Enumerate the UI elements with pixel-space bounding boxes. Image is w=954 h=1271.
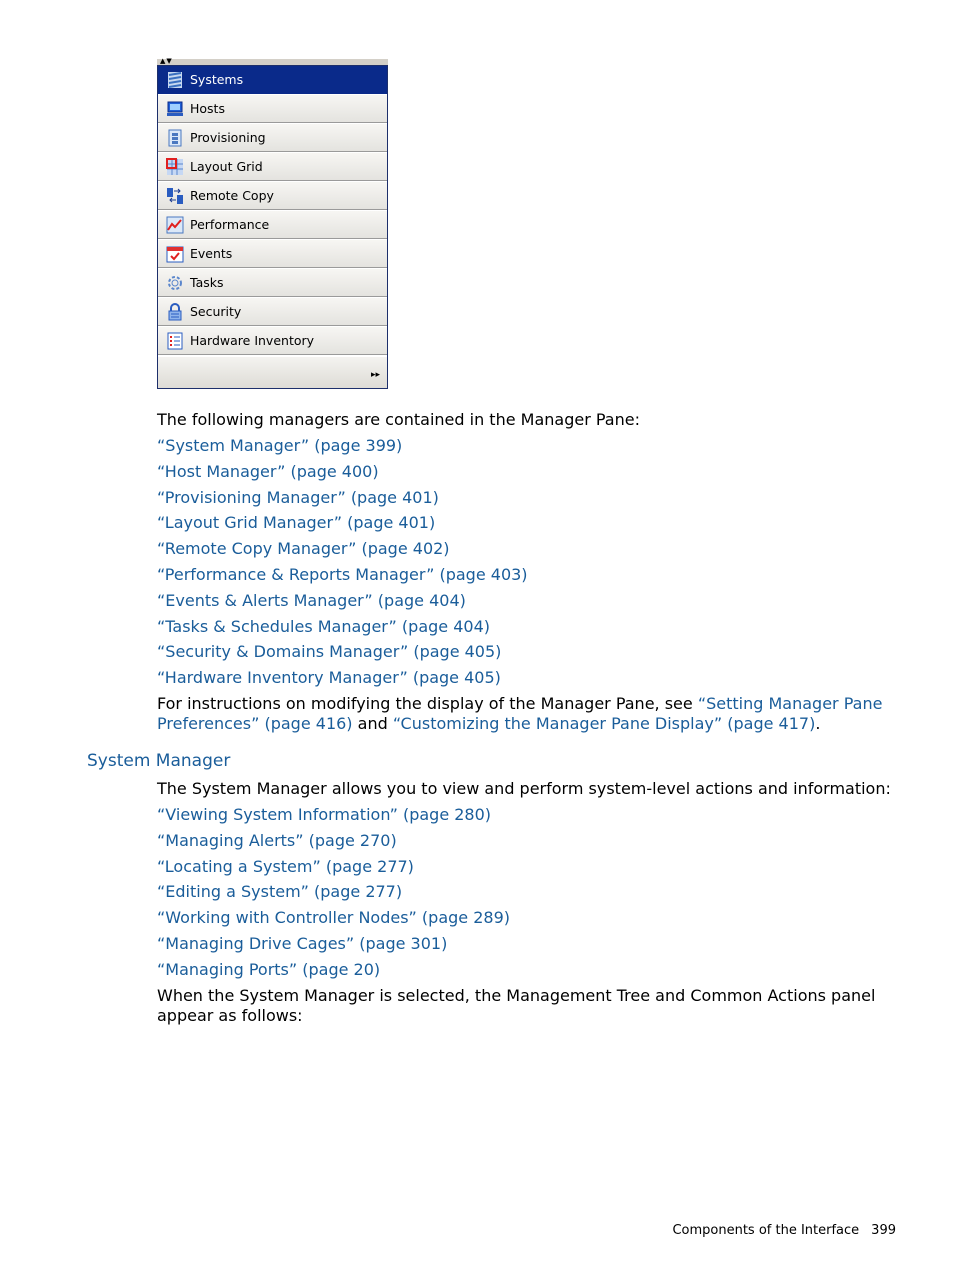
instructions-middle: and	[352, 714, 393, 733]
manager-item-security[interactable]: Security	[158, 298, 387, 326]
managers-link-list: “System Manager” (page 399) “Host Manage…	[157, 436, 528, 694]
link-locating-a-system[interactable]: “Locating a System” (page 277)	[157, 857, 510, 883]
link-events-alerts-manager[interactable]: “Events & Alerts Manager” (page 404)	[157, 591, 528, 617]
pane-footer: ▸▸	[158, 357, 387, 388]
security-icon	[165, 302, 185, 322]
link-managing-alerts[interactable]: “Managing Alerts” (page 270)	[157, 831, 510, 857]
manager-item-hosts[interactable]: Hosts	[158, 95, 387, 123]
instructions-suffix: .	[815, 714, 821, 733]
link-layout-grid-manager[interactable]: “Layout Grid Manager” (page 401)	[157, 513, 528, 539]
hosts-icon	[165, 99, 185, 119]
remote-copy-icon	[165, 186, 185, 206]
section-heading-system-manager: System Manager	[87, 751, 231, 771]
manager-item-label: Performance	[190, 217, 270, 232]
manager-item-systems[interactable]: Systems	[158, 66, 387, 94]
performance-icon	[165, 215, 185, 235]
instructions-paragraph: For instructions on modifying the displa…	[157, 694, 917, 734]
manager-item-provisioning[interactable]: Provisioning	[158, 124, 387, 152]
page-number: 399	[871, 1223, 896, 1238]
events-icon	[165, 244, 185, 264]
manager-item-label: Hardware Inventory	[190, 333, 315, 348]
link-customizing-manager-pane-display[interactable]: “Customizing the Manager Pane Display” (…	[393, 714, 815, 733]
manager-item-label: Hosts	[190, 101, 225, 116]
link-tasks-schedules-manager[interactable]: “Tasks & Schedules Manager” (page 404)	[157, 617, 528, 643]
manager-item-label: Events	[190, 246, 233, 261]
systems-icon	[165, 70, 185, 90]
manager-item-label: Provisioning	[190, 130, 266, 145]
link-managing-ports[interactable]: “Managing Ports” (page 20)	[157, 960, 510, 986]
system-manager-closing: When the System Manager is selected, the…	[157, 986, 876, 1025]
link-working-with-controller-nodes[interactable]: “Working with Controller Nodes” (page 28…	[157, 908, 510, 934]
managers-intro: The following managers are contained in …	[157, 410, 640, 429]
manager-pane: ▲▼ Systems Hosts Provisioning Layout Gri…	[157, 58, 388, 389]
link-security-domains-manager[interactable]: “Security & Domains Manager” (page 405)	[157, 642, 528, 668]
footer-section-title: Components of the Interface	[672, 1223, 860, 1238]
hardware-inventory-icon	[165, 331, 185, 351]
manager-item-performance[interactable]: Performance	[158, 211, 387, 239]
link-system-manager[interactable]: “System Manager” (page 399)	[157, 436, 528, 462]
manager-item-events[interactable]: Events	[158, 240, 387, 268]
link-provisioning-manager[interactable]: “Provisioning Manager” (page 401)	[157, 488, 528, 514]
more-items-button[interactable]: ▸▸	[371, 370, 380, 380]
provisioning-icon	[165, 128, 185, 148]
manager-pane-list: Systems Hosts Provisioning Layout Grid R…	[157, 65, 388, 389]
manager-item-layout-grid[interactable]: Layout Grid	[158, 153, 387, 181]
link-remote-copy-manager[interactable]: “Remote Copy Manager” (page 402)	[157, 539, 528, 565]
manager-item-remote-copy[interactable]: Remote Copy	[158, 182, 387, 210]
manager-item-hardware-inventory[interactable]: Hardware Inventory	[158, 327, 387, 355]
resize-arrows-icon[interactable]: ▲▼	[160, 58, 173, 65]
manager-item-label: Tasks	[190, 275, 224, 290]
manager-item-label: Layout Grid	[190, 159, 263, 174]
link-editing-a-system[interactable]: “Editing a System” (page 277)	[157, 882, 510, 908]
manager-item-label: Security	[190, 304, 242, 319]
layout-grid-icon	[165, 157, 185, 177]
manager-item-label: Remote Copy	[190, 188, 274, 203]
manager-item-label: Systems	[190, 72, 244, 87]
link-viewing-system-information[interactable]: “Viewing System Information” (page 280)	[157, 805, 510, 831]
manager-item-tasks[interactable]: Tasks	[158, 269, 387, 297]
link-hardware-inventory-manager[interactable]: “Hardware Inventory Manager” (page 405)	[157, 668, 528, 694]
link-managing-drive-cages[interactable]: “Managing Drive Cages” (page 301)	[157, 934, 510, 960]
link-host-manager[interactable]: “Host Manager” (page 400)	[157, 462, 528, 488]
page-footer: Components of the Interface 399	[672, 1223, 896, 1238]
tasks-icon	[165, 273, 185, 293]
system-manager-link-list: “Viewing System Information” (page 280) …	[157, 805, 510, 986]
instructions-prefix: For instructions on modifying the displa…	[157, 694, 698, 713]
link-performance-reports-manager[interactable]: “Performance & Reports Manager” (page 40…	[157, 565, 528, 591]
system-manager-intro: The System Manager allows you to view an…	[157, 779, 891, 798]
